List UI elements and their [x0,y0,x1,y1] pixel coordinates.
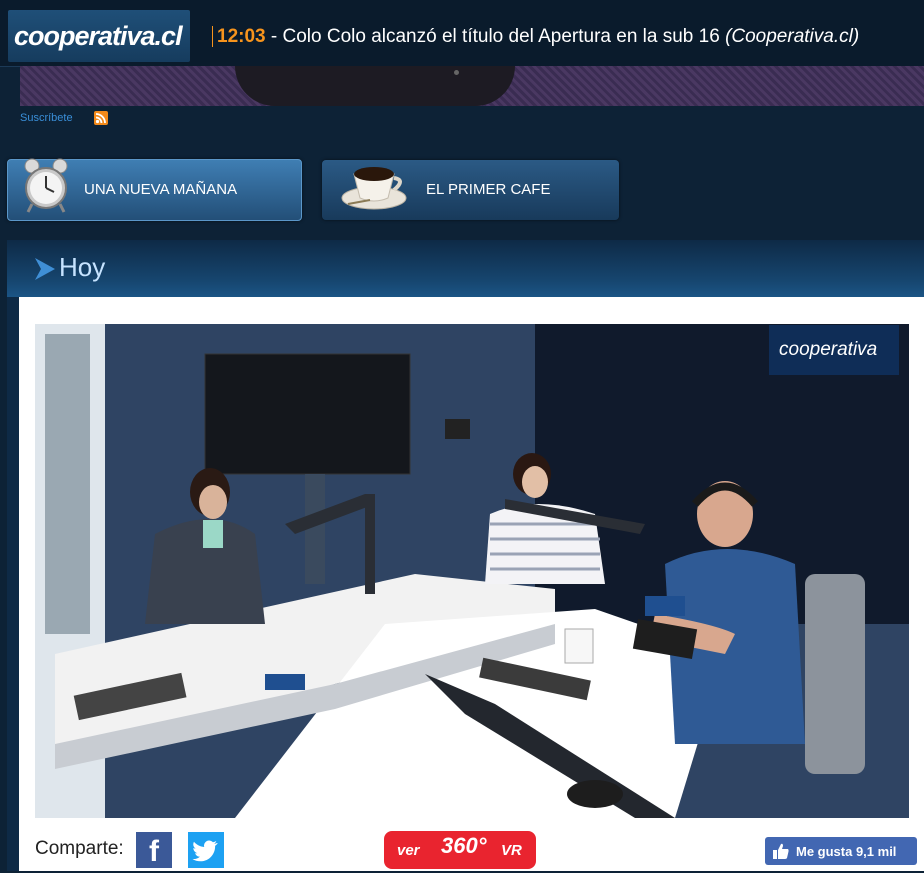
ticker-headline: - Colo Colo alcanzó el título del Apertu… [265,26,726,47]
left-border [7,297,19,871]
coffee-cup-icon [341,167,407,210]
ticker-time: 12:03 [212,26,266,47]
thumbs-up-icon [773,843,789,859]
facebook-like-button[interactable]: Me gusta 9,1 mil [765,837,917,865]
share-label: Comparte: [35,838,124,859]
rss-icon[interactable] [94,111,108,125]
section-title: Hoy [59,252,106,282]
banner-person [235,66,515,106]
like-count: Me gusta 9,1 mil [796,844,897,859]
view-360-vr-button[interactable]: ver 360° VR [384,831,536,869]
twitter-icon [192,840,218,862]
vr-number: 360° [441,833,487,858]
program-button-una-nueva-manana[interactable]: UNA NUEVA MAÑANA [7,158,302,221]
site-logo[interactable]: cooperativa.cl [8,10,190,62]
ticker-source: (Cooperativa.cl) [725,26,860,47]
watermark-text: cooperativa [779,339,878,360]
facebook-icon: f [149,835,159,868]
section-header: Hoy [7,240,924,297]
video-watermark: cooperativa [769,325,899,375]
chevron-right-icon [35,258,55,280]
subscribe-link[interactable]: Suscríbete [20,112,73,124]
facebook-share-button[interactable]: f [136,832,172,868]
live-video-player[interactable] [35,324,909,818]
vr-prefix: ver [397,842,420,859]
program-button-el-primer-cafe[interactable]: EL PRIMER CAFE [322,160,619,220]
program-label: EL PRIMER CAFE [426,181,551,198]
header-banner-image [20,66,924,106]
top-bar: cooperativa.cl 12:03 - Colo Colo alcanzó… [0,0,924,67]
twitter-share-button[interactable] [188,832,224,868]
news-ticker[interactable]: 12:03 - Colo Colo alcanzó el título del … [212,26,859,48]
logo-text: cooperativa.cl [14,21,183,51]
studio-video-frame [35,324,909,818]
program-label: UNA NUEVA MAÑANA [84,181,238,198]
alarm-clock-icon [24,158,68,213]
banner-detail [454,70,459,75]
vr-suffix: VR [501,842,522,859]
